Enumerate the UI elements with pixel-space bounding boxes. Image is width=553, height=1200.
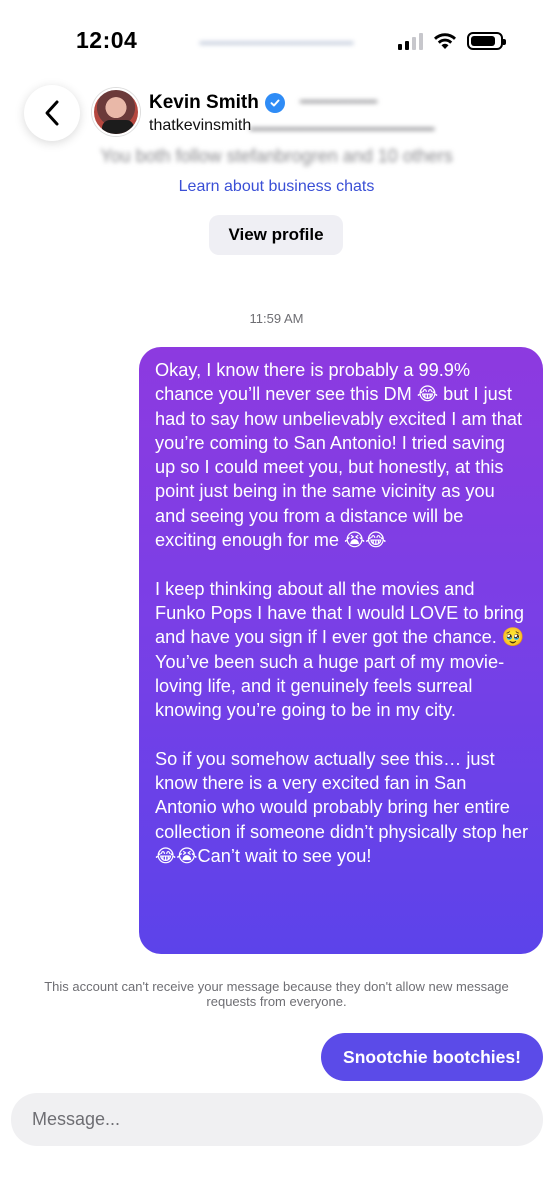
- message-paragraph: Okay, I know there is probably a 99.9% c…: [155, 360, 523, 551]
- cannot-receive-notice: This account can't receive your message …: [44, 979, 509, 1009]
- learn-business-chats-link[interactable]: Learn about business chats: [0, 178, 553, 196]
- mutual-followers-text: You both follow stefanbrogren and 10 oth…: [100, 146, 453, 166]
- message-paragraph: So if you somehow actually see this… jus…: [155, 748, 529, 866]
- sent-message-bubble-short[interactable]: Snootchie bootchies!: [321, 1033, 543, 1081]
- message-timestamp: 11:59 AM: [249, 311, 304, 326]
- message-input[interactable]: [11, 1093, 543, 1146]
- message-paragraph: I keep thinking about all the movies and…: [155, 578, 525, 721]
- contact-name[interactable]: Kevin Smith: [149, 92, 285, 114]
- contact-handle[interactable]: thatkevinsmith: [149, 117, 251, 135]
- view-profile-button[interactable]: View profile: [209, 215, 343, 255]
- avatar[interactable]: [92, 88, 140, 136]
- contact-name-text: Kevin Smith: [149, 92, 259, 113]
- verified-badge-icon: [264, 93, 285, 113]
- sent-message-bubble[interactable]: Okay, I know there is probably a 99.9% c…: [139, 347, 543, 954]
- back-button[interactable]: [24, 85, 80, 141]
- message-composer[interactable]: [11, 1093, 543, 1146]
- back-chevron-icon: [45, 100, 59, 126]
- blurred-profile-info: ━━━━━━━━━━━━━━━ ━━━━━━━━ ━━━━━━━━━━━━━━━…: [0, 34, 553, 166]
